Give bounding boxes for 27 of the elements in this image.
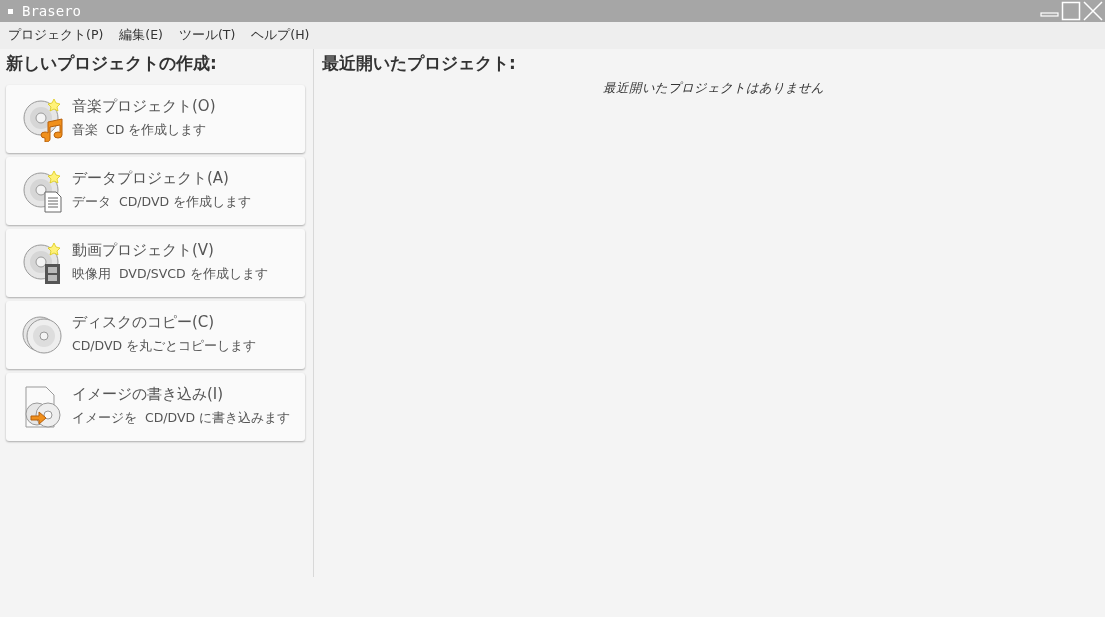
project-card[interactable]: ディスクのコピー(C) CD/DVD を丸ごとコピーします <box>6 300 305 369</box>
card-title: 音楽プロジェクト(O) <box>72 97 216 116</box>
menu-item[interactable]: 編集(E) <box>115 26 167 45</box>
card-description: 映像用 DVD/SVCD を作成します <box>72 265 268 284</box>
card-description: データ CD/DVD を作成します <box>72 193 252 212</box>
card-title: ディスクのコピー(C) <box>72 313 216 332</box>
card-description: 音楽 CD を作成します <box>72 121 208 140</box>
minimize-button[interactable] <box>1040 12 1059 17</box>
menu-item[interactable]: プロジェクト(P) <box>4 26 108 45</box>
project-card[interactable]: 動画プロジェクト(V) 映像用 DVD/SVCD を作成します <box>6 228 305 297</box>
section-heading: 最近開いたプロジェクト: <box>322 52 517 75</box>
menu-item[interactable]: ヘルプ(H) <box>247 26 314 45</box>
empty-message: 最近開いたプロジェクトはありません <box>602 78 825 97</box>
card-description: CD/DVD を丸ごとコピーします <box>72 337 257 356</box>
app-icon <box>8 8 13 14</box>
card-title: データプロジェクト(A) <box>72 169 230 188</box>
card-title: イメージの書き込み(I) <box>72 385 225 404</box>
menu-item[interactable]: ツール(T) <box>174 26 240 45</box>
card-title: 動画プロジェクト(V) <box>72 241 215 260</box>
maximize-button[interactable] <box>1061 1 1081 21</box>
window-title: Brasero <box>22 1 81 21</box>
section-heading: 新しいプロジェクトの作成: <box>6 52 218 75</box>
close-button[interactable] <box>1083 1 1103 21</box>
project-card[interactable]: 音楽プロジェクト(O) 音楽 CD を作成します <box>6 84 305 153</box>
project-card[interactable]: データプロジェクト(A) データ CD/DVD を作成します <box>6 156 305 225</box>
card-description: イメージを CD/DVD に書き込みます <box>72 409 291 428</box>
project-card[interactable]: イメージの書き込み(I) イメージを CD/DVD に書き込みます <box>6 372 305 441</box>
